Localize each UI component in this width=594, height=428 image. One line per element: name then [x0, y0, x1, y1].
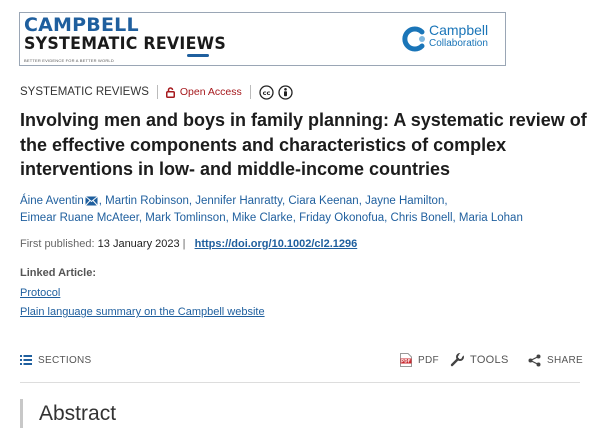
divider: [249, 85, 251, 99]
campbell-logo-icon: [402, 26, 425, 52]
author-link[interactable]: Jennifer Hanratty: [195, 195, 282, 207]
open-access-badge[interactable]: Open Access: [165, 86, 242, 98]
author-link[interactable]: Friday Okonofua: [299, 212, 384, 224]
journal-title-line1: CAMPBELL: [24, 14, 139, 36]
author-link[interactable]: Mark Tomlinson: [145, 212, 225, 224]
author-link[interactable]: Ciara Keenan: [288, 195, 358, 207]
journal-banner[interactable]: CAMPBELL SYSTEMATIC REVIEWS BETTER EVIDE…: [19, 12, 506, 66]
section-accent-bar: [20, 399, 23, 428]
open-access-label: Open Access: [179, 86, 242, 98]
license-icons[interactable]: cc: [259, 84, 293, 100]
svg-text:cc: cc: [262, 89, 270, 97]
open-lock-icon: [165, 86, 175, 98]
divider: [156, 85, 158, 99]
protocol-link[interactable]: Protocol: [20, 287, 60, 299]
author-link[interactable]: Áine Aventin: [20, 195, 84, 207]
author-link[interactable]: Maria Lohan: [459, 212, 523, 224]
journal-title-line2: SYSTEMATIC REVIEWS: [24, 34, 227, 54]
wrench-icon: [450, 353, 464, 367]
published-date: 13 January 2023: [97, 238, 180, 250]
tools-label: TOOLS: [470, 354, 509, 366]
tools-button[interactable]: TOOLS: [450, 352, 509, 368]
list-icon: [20, 355, 32, 365]
campbell-logo-text: Campbell Collaboration: [429, 22, 489, 49]
pdf-icon: PDF: [400, 353, 412, 367]
author-link[interactable]: Chris Bonell: [391, 212, 453, 224]
author-link[interactable]: Mike Clarke: [232, 212, 293, 224]
sections-label: SECTIONS: [38, 354, 92, 366]
share-icon: [528, 354, 541, 366]
linked-article-heading: Linked Article:: [20, 267, 96, 279]
pdf-label: PDF: [418, 354, 439, 366]
sections-button[interactable]: SECTIONS: [20, 352, 92, 368]
journal-badge: [187, 54, 209, 57]
share-label: SHARE: [547, 354, 583, 366]
article-title: Involving men and boys in family plannin…: [20, 110, 587, 179]
share-button[interactable]: SHARE: [528, 352, 583, 368]
attribution-icon: [278, 84, 293, 100]
publication-info: First published: 13 January 2023 | https…: [20, 238, 358, 250]
author-link[interactable]: Jayne Hamilton: [365, 195, 444, 207]
creative-commons-icon: cc: [259, 84, 274, 100]
divider: [20, 382, 580, 383]
journal-tagline: BETTER EVIDENCE FOR A BETTER WORLD: [24, 58, 114, 63]
plain-language-summary-link[interactable]: Plain language summary on the Campbell w…: [20, 306, 265, 318]
author-link[interactable]: Martin Robinson: [105, 195, 189, 207]
pdf-button[interactable]: PDF PDF: [400, 352, 439, 368]
article-meta: SYSTEMATIC REVIEWS Open Access cc: [20, 84, 293, 100]
email-icon[interactable]: [84, 196, 98, 206]
doi-link[interactable]: https://doi.org/10.1002/cl2.1296: [195, 238, 358, 250]
author-link[interactable]: Eimear Ruane McAteer: [20, 212, 139, 224]
author-list: Áine Aventin , Martin Robinson, Jennifer…: [20, 195, 523, 224]
article-type: SYSTEMATIC REVIEWS: [20, 86, 149, 98]
published-label: First published:: [20, 238, 95, 250]
abstract-heading: Abstract: [39, 402, 117, 425]
svg-text:PDF: PDF: [401, 359, 411, 364]
